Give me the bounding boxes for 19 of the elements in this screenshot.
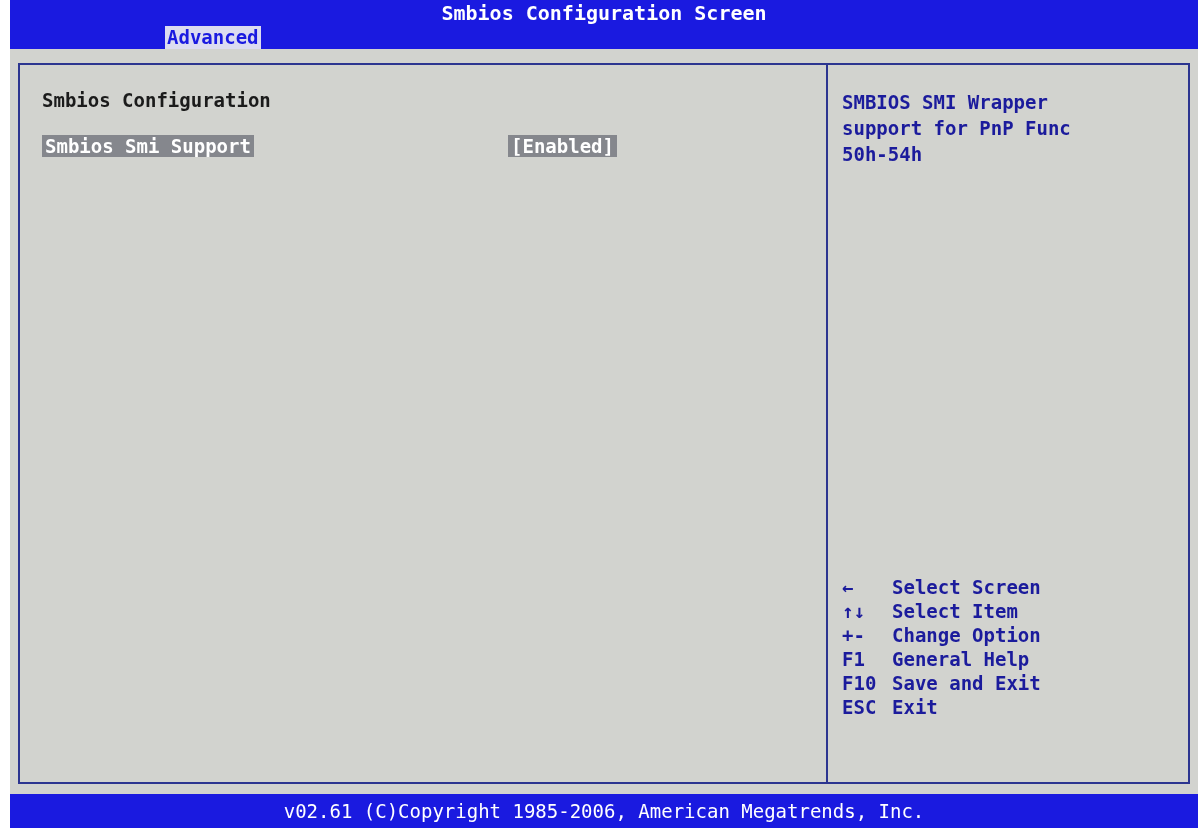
- key-name: F10: [842, 672, 878, 694]
- key-action: Exit: [892, 696, 939, 718]
- section-title: Smbios Configuration: [42, 89, 272, 111]
- window-title: Smbios Configuration Screen: [441, 0, 767, 25]
- key-name: +-: [842, 624, 866, 646]
- key-action: Change Option: [892, 624, 1042, 646]
- key-name: ESC: [842, 696, 878, 718]
- help-text: SMBIOS SMI Wrapper support for PnP Func 50h-54h: [842, 90, 1072, 167]
- key-name: ←: [842, 576, 855, 598]
- key-name: ↑↓: [842, 600, 866, 622]
- key-action: Select Screen: [892, 576, 1042, 598]
- key-name: F1: [842, 648, 866, 670]
- setting-label[interactable]: Smbios Smi Support: [42, 135, 254, 157]
- key-action: Save and Exit: [892, 672, 1042, 694]
- tab[interactable]: Advanced: [165, 26, 261, 49]
- key-action: General Help: [892, 648, 1031, 670]
- setting-value[interactable]: [Enabled]: [508, 135, 617, 157]
- copyright-text: v02.61 (C)Copyright 1985-2006, American Megatrends, Inc.: [283, 800, 925, 822]
- key-action: Select Item: [892, 600, 1019, 622]
